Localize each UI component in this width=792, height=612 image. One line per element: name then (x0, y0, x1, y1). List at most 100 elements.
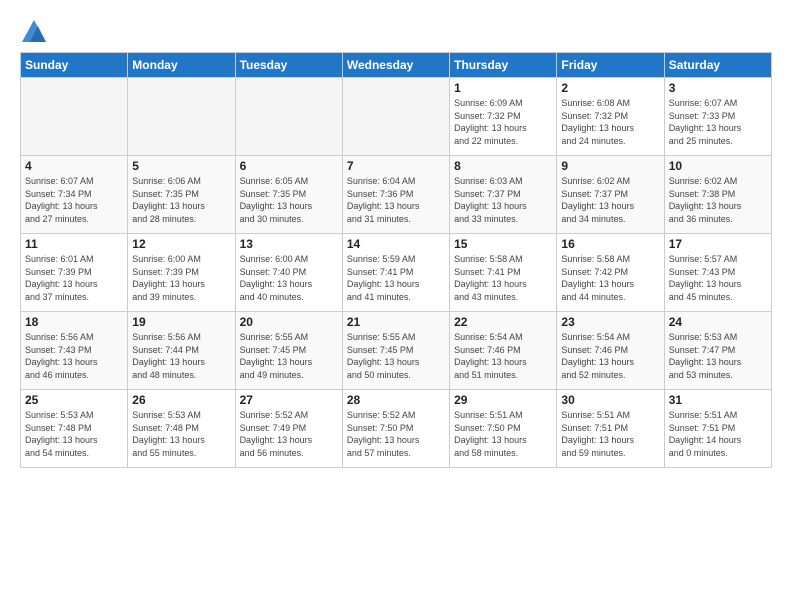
day-number: 30 (561, 393, 659, 407)
day-info: Sunrise: 5:53 AM Sunset: 7:48 PM Dayligh… (25, 409, 123, 459)
day-info: Sunrise: 6:01 AM Sunset: 7:39 PM Dayligh… (25, 253, 123, 303)
day-info: Sunrise: 6:06 AM Sunset: 7:35 PM Dayligh… (132, 175, 230, 225)
page: SundayMondayTuesdayWednesdayThursdayFrid… (0, 0, 792, 612)
calendar-cell: 14 Sunrise: 5:59 AM Sunset: 7:41 PM Dayli… (342, 234, 449, 312)
calendar-cell: 12 Sunrise: 6:00 AM Sunset: 7:39 PM Dayli… (128, 234, 235, 312)
day-info: Sunrise: 6:00 AM Sunset: 7:40 PM Dayligh… (240, 253, 338, 303)
calendar-cell: 23 Sunrise: 5:54 AM Sunset: 7:46 PM Dayli… (557, 312, 664, 390)
calendar-week-4: 18Sunrise: 5:56 AM Sunset: 7:43 PM Dayli… (21, 312, 772, 390)
calendar-cell: 2 Sunrise: 6:08 AM Sunset: 7:32 PM Daylig… (557, 78, 664, 156)
calendar-cell: 22Sunrise: 5:54 AM Sunset: 7:46 PM Dayli… (450, 312, 557, 390)
calendar-cell: 18Sunrise: 5:56 AM Sunset: 7:43 PM Dayli… (21, 312, 128, 390)
day-info: Sunrise: 5:54 AM Sunset: 7:46 PM Dayligh… (561, 331, 659, 381)
day-info: Sunrise: 6:00 AM Sunset: 7:39 PM Dayligh… (132, 253, 230, 303)
day-number: 10 (669, 159, 767, 173)
day-info: Sunrise: 5:56 AM Sunset: 7:44 PM Dayligh… (132, 331, 230, 381)
day-info: Sunrise: 6:09 AM Sunset: 7:32 PM Dayligh… (454, 97, 552, 147)
calendar-cell (235, 78, 342, 156)
calendar-cell: 1 Sunrise: 6:09 AM Sunset: 7:32 PM Daylig… (450, 78, 557, 156)
day-number: 6 (240, 159, 338, 173)
day-number: 12 (132, 237, 230, 251)
day-info: Sunrise: 5:51 AM Sunset: 7:50 PM Dayligh… (454, 409, 552, 459)
day-info: Sunrise: 5:59 AM Sunset: 7:41 PM Dayligh… (347, 253, 445, 303)
day-number: 1 (454, 81, 552, 95)
day-number: 31 (669, 393, 767, 407)
calendar-cell: 20 Sunrise: 5:55 AM Sunset: 7:45 PM Dayli… (235, 312, 342, 390)
day-info: Sunrise: 5:58 AM Sunset: 7:41 PM Dayligh… (454, 253, 552, 303)
calendar-cell: 7 Sunrise: 6:04 AM Sunset: 7:36 PM Daylig… (342, 156, 449, 234)
calendar-weekday-sunday: Sunday (21, 53, 128, 78)
calendar-cell: 11Sunrise: 6:01 AM Sunset: 7:39 PM Dayli… (21, 234, 128, 312)
calendar-cell (21, 78, 128, 156)
calendar-cell: 26Sunrise: 5:53 AM Sunset: 7:48 PM Dayli… (128, 390, 235, 468)
calendar-cell: 16 Sunrise: 5:58 AM Sunset: 7:42 PM Dayli… (557, 234, 664, 312)
day-info: Sunrise: 6:08 AM Sunset: 7:32 PM Dayligh… (561, 97, 659, 147)
calendar-cell: 30 Sunrise: 5:51 AM Sunset: 7:51 PM Dayli… (557, 390, 664, 468)
day-number: 13 (240, 237, 338, 251)
day-info: Sunrise: 5:51 AM Sunset: 7:51 PM Dayligh… (561, 409, 659, 459)
calendar-cell (128, 78, 235, 156)
day-number: 9 (561, 159, 659, 173)
day-info: Sunrise: 5:53 AM Sunset: 7:47 PM Dayligh… (669, 331, 767, 381)
day-info: Sunrise: 5:55 AM Sunset: 7:45 PM Dayligh… (240, 331, 338, 381)
day-number: 28 (347, 393, 445, 407)
logo (20, 18, 52, 46)
calendar-weekday-tuesday: Tuesday (235, 53, 342, 78)
calendar-cell: 4Sunrise: 6:07 AM Sunset: 7:34 PM Daylig… (21, 156, 128, 234)
calendar-cell (342, 78, 449, 156)
day-number: 8 (454, 159, 552, 173)
day-number: 3 (669, 81, 767, 95)
day-number: 27 (240, 393, 338, 407)
calendar-cell: 13 Sunrise: 6:00 AM Sunset: 7:40 PM Dayli… (235, 234, 342, 312)
header (20, 18, 772, 46)
calendar-cell: 19 Sunrise: 5:56 AM Sunset: 7:44 PM Dayli… (128, 312, 235, 390)
calendar-cell: 6 Sunrise: 6:05 AM Sunset: 7:35 PM Daylig… (235, 156, 342, 234)
day-number: 29 (454, 393, 552, 407)
day-number: 22 (454, 315, 552, 329)
calendar-week-1: 1 Sunrise: 6:09 AM Sunset: 7:32 PM Daylig… (21, 78, 772, 156)
calendar-cell: 17 Sunrise: 5:57 AM Sunset: 7:43 PM Dayli… (664, 234, 771, 312)
day-info: Sunrise: 6:04 AM Sunset: 7:36 PM Dayligh… (347, 175, 445, 225)
day-info: Sunrise: 6:05 AM Sunset: 7:35 PM Dayligh… (240, 175, 338, 225)
day-number: 14 (347, 237, 445, 251)
calendar-cell: 8 Sunrise: 6:03 AM Sunset: 7:37 PM Daylig… (450, 156, 557, 234)
calendar-table: SundayMondayTuesdayWednesdayThursdayFrid… (20, 52, 772, 468)
calendar-cell: 27 Sunrise: 5:52 AM Sunset: 7:49 PM Dayli… (235, 390, 342, 468)
calendar-cell: 5 Sunrise: 6:06 AM Sunset: 7:35 PM Daylig… (128, 156, 235, 234)
day-info: Sunrise: 5:58 AM Sunset: 7:42 PM Dayligh… (561, 253, 659, 303)
calendar-cell: 21 Sunrise: 5:55 AM Sunset: 7:45 PM Dayli… (342, 312, 449, 390)
calendar-cell: 25Sunrise: 5:53 AM Sunset: 7:48 PM Dayli… (21, 390, 128, 468)
day-number: 26 (132, 393, 230, 407)
day-number: 23 (561, 315, 659, 329)
day-info: Sunrise: 5:55 AM Sunset: 7:45 PM Dayligh… (347, 331, 445, 381)
day-number: 21 (347, 315, 445, 329)
day-info: Sunrise: 5:51 AM Sunset: 7:51 PM Dayligh… (669, 409, 767, 459)
calendar-weekday-saturday: Saturday (664, 53, 771, 78)
calendar-week-2: 4Sunrise: 6:07 AM Sunset: 7:34 PM Daylig… (21, 156, 772, 234)
day-number: 7 (347, 159, 445, 173)
day-info: Sunrise: 6:07 AM Sunset: 7:33 PM Dayligh… (669, 97, 767, 147)
day-info: Sunrise: 6:03 AM Sunset: 7:37 PM Dayligh… (454, 175, 552, 225)
day-number: 5 (132, 159, 230, 173)
calendar-cell: 15 Sunrise: 5:58 AM Sunset: 7:41 PM Dayli… (450, 234, 557, 312)
day-number: 2 (561, 81, 659, 95)
calendar-week-5: 25Sunrise: 5:53 AM Sunset: 7:48 PM Dayli… (21, 390, 772, 468)
calendar-cell: 31 Sunrise: 5:51 AM Sunset: 7:51 PM Dayli… (664, 390, 771, 468)
day-info: Sunrise: 6:02 AM Sunset: 7:37 PM Dayligh… (561, 175, 659, 225)
calendar-cell: 3 Sunrise: 6:07 AM Sunset: 7:33 PM Daylig… (664, 78, 771, 156)
calendar-cell: 28 Sunrise: 5:52 AM Sunset: 7:50 PM Dayli… (342, 390, 449, 468)
calendar-cell: 24Sunrise: 5:53 AM Sunset: 7:47 PM Dayli… (664, 312, 771, 390)
day-number: 19 (132, 315, 230, 329)
day-info: Sunrise: 5:52 AM Sunset: 7:50 PM Dayligh… (347, 409, 445, 459)
day-number: 20 (240, 315, 338, 329)
day-number: 16 (561, 237, 659, 251)
calendar-cell: 29 Sunrise: 5:51 AM Sunset: 7:50 PM Dayli… (450, 390, 557, 468)
day-info: Sunrise: 6:02 AM Sunset: 7:38 PM Dayligh… (669, 175, 767, 225)
day-info: Sunrise: 5:52 AM Sunset: 7:49 PM Dayligh… (240, 409, 338, 459)
calendar-weekday-friday: Friday (557, 53, 664, 78)
day-number: 17 (669, 237, 767, 251)
calendar-cell: 10 Sunrise: 6:02 AM Sunset: 7:38 PM Dayli… (664, 156, 771, 234)
day-info: Sunrise: 5:57 AM Sunset: 7:43 PM Dayligh… (669, 253, 767, 303)
day-number: 15 (454, 237, 552, 251)
logo-icon (20, 18, 48, 46)
